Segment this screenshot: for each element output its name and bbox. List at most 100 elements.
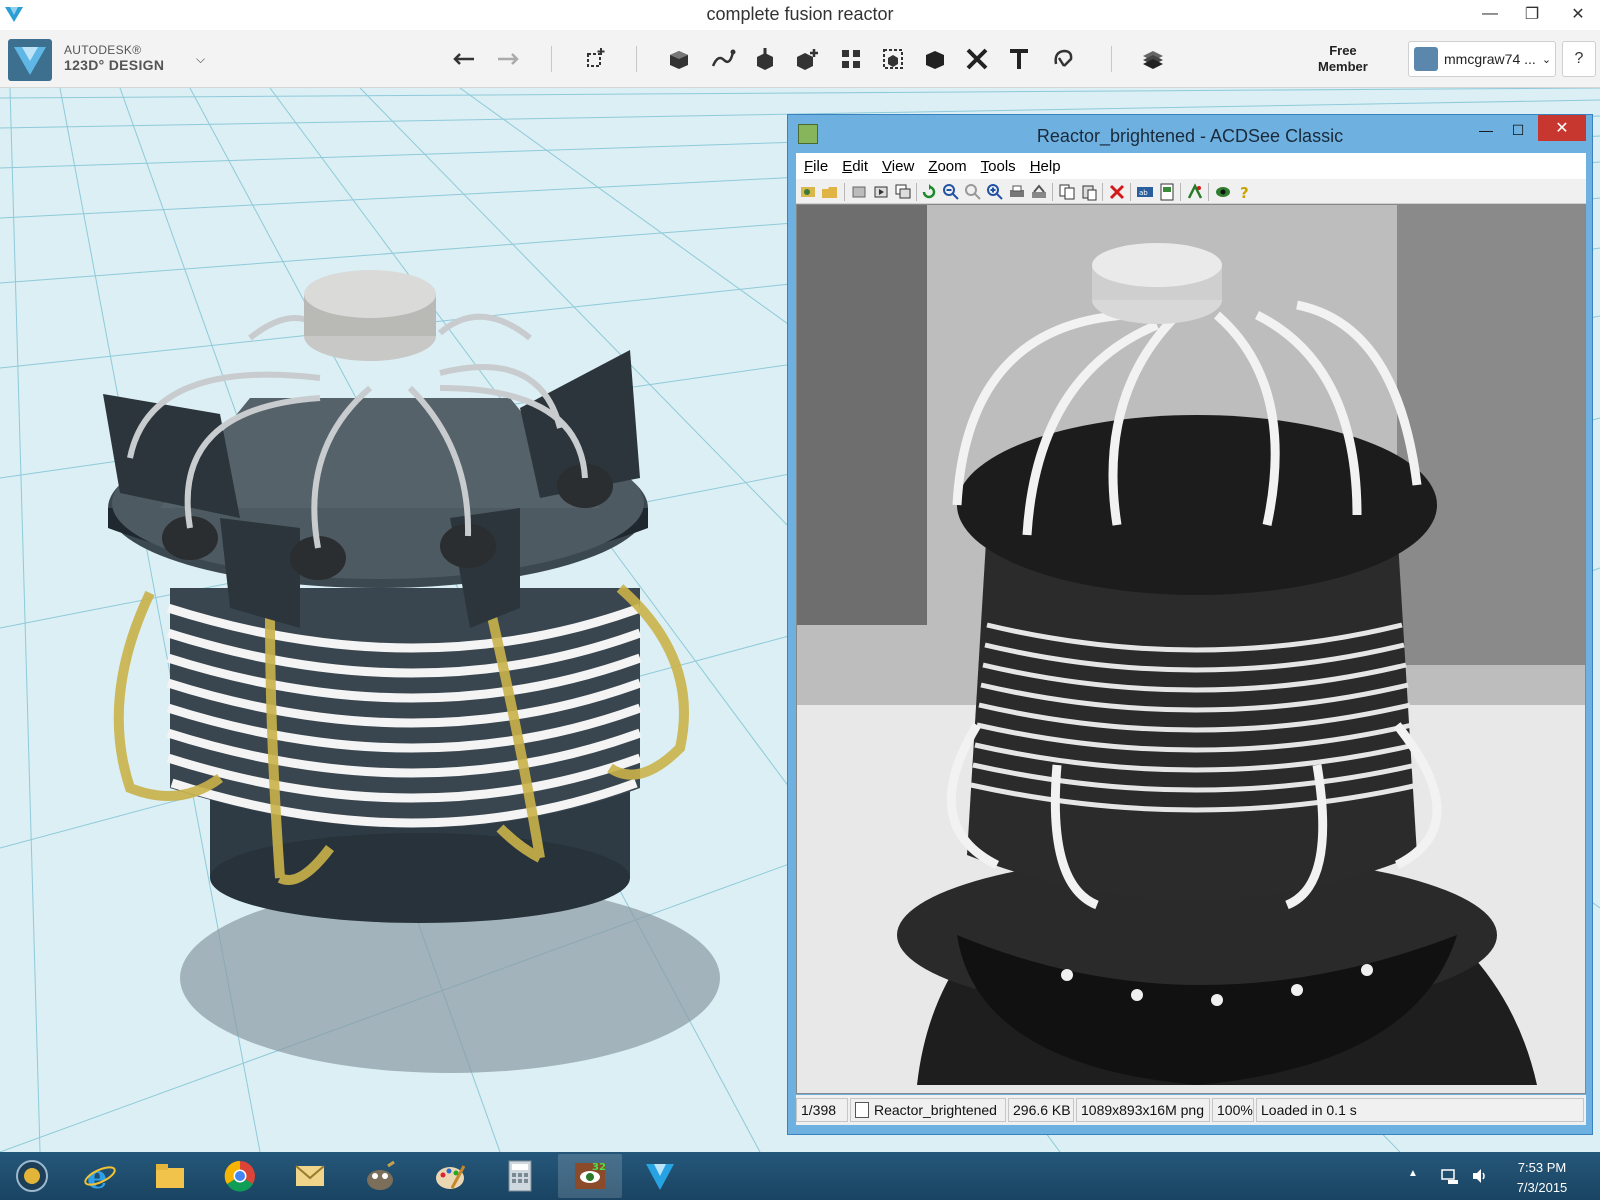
construct-icon[interactable] [748,42,782,76]
paste-icon[interactable] [1080,183,1098,201]
membership-line1: Free [1329,43,1357,58]
acdsee-close-button[interactable]: ✕ [1538,115,1586,141]
text-icon[interactable] [1002,42,1036,76]
start-icon [16,1160,48,1192]
brand-logo[interactable] [8,39,52,81]
redo-icon[interactable] [490,42,524,76]
measure-icon[interactable] [960,42,994,76]
zoom-out-icon[interactable] [942,183,960,201]
mail-icon[interactable] [278,1154,342,1198]
rename-icon[interactable]: ab [1136,183,1154,201]
status-filename-text: Reactor_brightened [874,1102,997,1118]
image-viewer-canvas[interactable] [796,204,1586,1094]
help-button[interactable]: ? [1562,41,1596,77]
menu-view[interactable]: View [882,158,914,175]
menu-edit-rest: dit [852,157,869,175]
undo-icon[interactable] [448,42,482,76]
acdsee-icon[interactable]: 32 [558,1154,622,1198]
system-clock[interactable]: 7:53 PM 7/3/2015 [1498,1158,1586,1198]
menu-file[interactable]: File [804,158,828,175]
rotate-icon[interactable] [920,183,938,201]
toolbar-separator [1052,183,1053,201]
zoom-in-icon[interactable] [986,183,1004,201]
acdsee-online-icon[interactable] [1214,183,1232,201]
123d-design-icon[interactable] [628,1154,692,1198]
clock-time: 7:53 PM [1517,1160,1567,1175]
open-folder-icon[interactable] [821,183,839,201]
copy-icon[interactable] [1058,183,1076,201]
slideshow-icon[interactable] [894,183,912,201]
menu-tools[interactable]: Tools [981,158,1016,175]
acdsee-window[interactable]: Reactor_brightened - ACDSee Classic — ☐ … [787,114,1593,1135]
minimize-button[interactable]: — [1468,0,1512,28]
status-filename: Reactor_brightened [850,1098,1006,1122]
show-hidden-icons-chevron-icon[interactable]: ▲ [1408,1168,1418,1179]
paint-icon[interactable] [418,1154,482,1198]
delete-icon[interactable] [1108,183,1126,201]
svg-text:32: 32 [592,1162,606,1173]
status-file-size: 296.6 KB [1008,1098,1074,1122]
reactor-model [103,270,689,923]
toolbar-separator [844,183,845,201]
brand-company: AUTODESK® [64,43,142,57]
toolbar-separator [1180,183,1181,201]
menu-zoom-rest: oom [937,157,967,175]
previous-image-icon[interactable] [850,183,868,201]
brand-product: 123D° DESIGN [64,57,165,73]
toolbar-separator [1111,46,1112,72]
close-button[interactable]: ✕ [1556,0,1600,28]
maximize-button[interactable]: ❐ [1510,0,1554,28]
acdsee-maximize-button[interactable]: ☐ [1504,117,1532,143]
start-button[interactable] [0,1154,64,1198]
help-icon[interactable]: ? [1236,183,1254,202]
properties-icon[interactable] [1158,183,1176,201]
acdsee-title-bar[interactable]: Reactor_brightened - ACDSee Classic — ☐ … [788,115,1592,155]
menu-edit[interactable]: Edit [842,158,868,175]
calculator-icon[interactable] [488,1154,552,1198]
transform-icon[interactable] [578,42,612,76]
print-icon[interactable] [1008,183,1026,201]
modify-icon[interactable] [790,42,824,76]
toolbar-separator [1208,183,1209,201]
status-zoom: 100% [1212,1098,1254,1122]
acdsee-menu-bar: File Edit View Zoom Tools Help [796,153,1586,179]
menu-zoom[interactable]: Zoom [928,158,966,175]
snap-icon[interactable] [1046,42,1080,76]
internet-explorer-icon[interactable]: e [68,1154,132,1198]
gimp-icon[interactable] [348,1154,412,1198]
menu-view-key: V [882,157,892,175]
toolbar-separator [916,183,917,201]
user-menu[interactable]: mmcgraw74 ... ⌄ [1408,41,1556,77]
combine-icon[interactable] [918,42,952,76]
toolbar-separator [1130,183,1131,201]
grouping-icon[interactable] [876,42,910,76]
scan-icon[interactable] [1030,183,1048,201]
file-explorer-icon[interactable] [138,1154,202,1198]
material-icon[interactable] [1136,42,1170,76]
primitives-icon[interactable] [662,42,696,76]
status-index: 1/398 [796,1098,848,1122]
plugin-icon[interactable] [1186,183,1204,201]
chrome-icon[interactable] [208,1154,272,1198]
main-toolbar: AUTODESK® 123D° DESIGN ⌵ Free Member mmc… [0,30,1600,88]
menu-tools-rest: ools [988,157,1016,175]
volume-icon[interactable] [1470,1166,1490,1186]
acdsee-minimize-button[interactable]: — [1472,117,1500,143]
pattern-icon[interactable] [834,42,868,76]
sketch-icon[interactable] [706,42,740,76]
next-image-icon[interactable] [872,183,890,201]
svg-text:ab: ab [1139,189,1148,197]
app-menu-chevron-icon[interactable]: ⌵ [196,52,205,67]
app-title-bar: complete fusion reactor — ❐ ✕ [0,0,1600,30]
menu-file-rest: ile [813,157,829,175]
acdsee-status-bar: 1/398 Reactor_brightened 296.6 KB 1089x8… [796,1095,1586,1125]
reactor-photo [797,205,1585,1093]
membership-label[interactable]: Free Member [1318,43,1368,75]
browse-icon[interactable] [799,183,817,201]
menu-help[interactable]: Help [1030,158,1061,175]
svg-text:?: ? [1240,184,1249,201]
taskbar: e 32 ▲ 7:53 PM 7/3/2015 [0,1152,1600,1200]
network-icon[interactable] [1440,1166,1460,1186]
zoom-lock-icon[interactable] [964,183,982,201]
menu-file-key: F [804,157,814,175]
